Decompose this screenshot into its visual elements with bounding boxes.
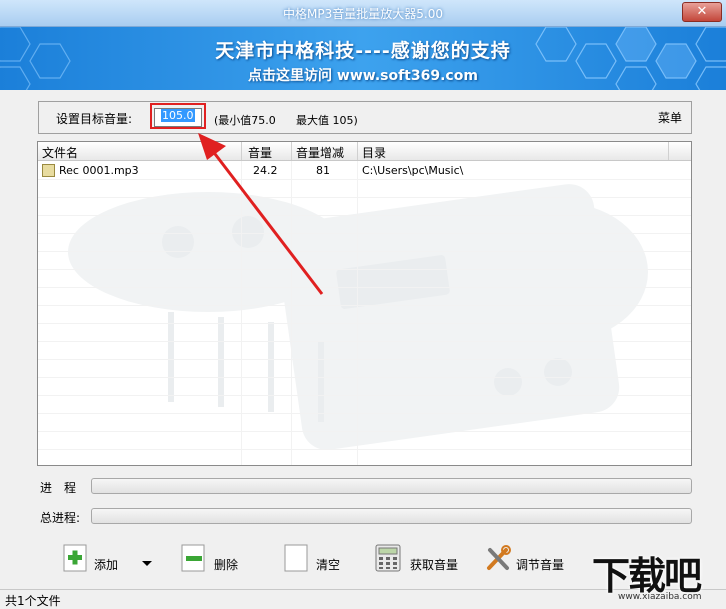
get-volume-button[interactable]: 获取音量 [374,543,469,577]
cell-gain: 81 [316,164,330,177]
max-value-text: 最大值 105) [296,114,358,127]
clear-button[interactable]: 清空 [283,543,353,577]
add-dropdown-arrow-icon[interactable] [142,561,152,566]
cell-volume: 24.2 [253,164,278,177]
add-button-label: 添加 [94,558,119,572]
get-volume-button-label: 获取音量 [410,558,459,572]
progress-bar [91,478,692,494]
target-volume-panel [38,101,692,134]
add-file-icon [63,544,87,572]
column-filename[interactable]: 文件名 [42,144,78,161]
title-bar: 中格MP3音量批量放大器5.00 ✕ [0,0,726,27]
min-value-text: (最小值75.0 [214,114,276,127]
column-directory[interactable]: 目录 [362,144,386,161]
progress-label: 进 程 [40,481,77,495]
file-count-status: 共1个文件 [5,594,61,608]
site-logo: 下载吧 www.xiazaiba.com [584,545,726,608]
close-button[interactable]: ✕ [682,2,722,22]
menu-button[interactable]: 菜单 [658,109,682,126]
table-row[interactable]: Rec 0001.mp3 24.2 81 C:\Users\pc\Music\ [38,161,691,179]
mp3-file-icon [42,164,55,177]
banner-company-text: 天津市中格科技----感谢您的支持 [215,40,511,62]
site-logo-url: www.xiazaiba.com [618,592,702,602]
banner-website-link[interactable]: 点击这里访问 www.soft369.com [0,65,726,85]
adjust-volume-button-label: 调节音量 [516,558,565,572]
cell-directory: C:\Users\pc\Music\ [362,164,464,177]
cell-filename: Rec 0001.mp3 [59,164,139,177]
delete-file-icon [181,544,205,572]
adjust-volume-button[interactable]: 调节音量 [484,543,574,577]
mixer-watermark-icon [68,184,648,450]
file-list[interactable]: 文件名 音量 音量增减 目录 Rec 0001.mp3 24.2 81 C:\U… [37,141,692,466]
delete-button-label: 删除 [214,558,239,572]
file-list-header: 文件名 音量 音量增减 目录 [38,142,691,161]
blank-page-icon [284,544,308,572]
column-gain[interactable]: 音量增减 [296,144,344,161]
total-progress-bar [91,508,692,524]
delete-button[interactable]: 删除 [180,543,250,577]
clear-button-label: 清空 [316,558,341,572]
tools-icon [487,545,511,570]
window-title: 中格MP3音量批量放大器5.00 [283,7,443,21]
promo-banner[interactable]: 天津市中格科技----感谢您的支持 点击这里访问 www.soft369.com [0,27,726,90]
total-progress-label: 总进程: [40,511,81,525]
target-volume-label: 设置目标音量: [56,112,133,126]
column-volume[interactable]: 音量 [248,144,272,161]
annotation-highlight-box [150,103,206,129]
calculator-icon [375,544,401,572]
add-button[interactable]: 添加 [62,543,142,577]
